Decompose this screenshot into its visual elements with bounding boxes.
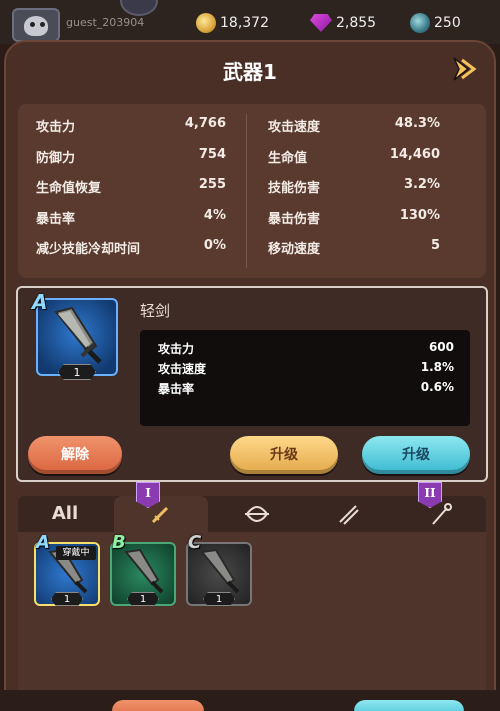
weapon-stat-label: 攻击力 bbox=[158, 342, 195, 356]
sword-icon bbox=[54, 306, 102, 364]
stat-label: 攻击力 bbox=[36, 120, 76, 135]
weapon-stat-value: 0.6% bbox=[420, 380, 454, 394]
slot-rank: B bbox=[112, 532, 126, 553]
stat-value: 4% bbox=[203, 207, 226, 223]
slot-rank: C bbox=[188, 532, 202, 553]
stat-label: 移动速度 bbox=[268, 242, 321, 257]
stat-value: 130% bbox=[399, 207, 440, 223]
gem-counter[interactable]: 2,855 bbox=[310, 12, 376, 34]
tab-bow[interactable] bbox=[210, 496, 304, 532]
slot-rank: A bbox=[36, 532, 50, 553]
coin-icon bbox=[196, 13, 216, 33]
stat-row: 暴击伤害 130% bbox=[268, 208, 440, 228]
sword-tab-icon bbox=[151, 506, 169, 524]
stat-value: 5 bbox=[430, 238, 440, 253]
stat-row: 攻击速度 48.3% bbox=[268, 116, 440, 136]
gem-icon bbox=[310, 14, 332, 32]
stat-row: 技能伤害 3.2% bbox=[268, 177, 440, 197]
weapon-category-tabs: All I II bbox=[18, 482, 486, 532]
orb-icon bbox=[410, 13, 430, 33]
weapon-stats: 攻击力 600 攻击速度 1.8% 暴击率 0.6% bbox=[140, 330, 470, 426]
slot-level: 1 bbox=[203, 592, 235, 606]
tab-sword[interactable] bbox=[114, 496, 208, 532]
unequip-button[interactable]: 解除 bbox=[28, 436, 122, 474]
coin-amount: 18,372 bbox=[220, 15, 269, 31]
bottom-bar bbox=[0, 690, 500, 711]
weapon-rank: A bbox=[32, 290, 48, 314]
slot-level: 1 bbox=[51, 592, 83, 606]
dual-blades-icon bbox=[339, 505, 359, 525]
stat-label: 暴击伤害 bbox=[268, 211, 321, 227]
upgrade-button[interactable]: 升级 bbox=[230, 436, 338, 474]
weapon-icon[interactable]: 1 bbox=[36, 298, 118, 380]
share-icon[interactable] bbox=[450, 54, 478, 84]
avatar-eye-icon bbox=[30, 22, 35, 27]
stats-divider bbox=[246, 114, 247, 268]
stat-value: 48.3% bbox=[394, 116, 440, 131]
stat-label: 防御力 bbox=[36, 150, 76, 166]
stat-row: 防御力 754 bbox=[36, 147, 226, 167]
stat-label: 暴击率 bbox=[36, 211, 76, 227]
page-title: 武器1 bbox=[223, 60, 277, 84]
avatar[interactable] bbox=[12, 8, 60, 42]
top-status-bar: guest_203904 18,372 2,855 250 bbox=[0, 0, 500, 44]
stat-row: 暴击率 4% bbox=[36, 208, 226, 228]
stat-row: 移动速度 5 bbox=[268, 238, 440, 258]
weapon-stat-value: 600 bbox=[428, 340, 454, 354]
weapon-inventory: 穿戴中 1 A 1 B 1 C bbox=[18, 532, 486, 711]
stat-value: 3.2% bbox=[403, 177, 440, 192]
weapon-stat-label: 攻击速度 bbox=[158, 362, 207, 376]
weapon-stat-row: 攻击力 600 bbox=[158, 340, 454, 358]
stat-label: 减少技能冷却时间 bbox=[36, 242, 141, 257]
weapon-panel: 武器1 攻击力 4,766 防御力 754 生命值恢复 255 暴击率 4% 减少技能冷却时间 0… bbox=[4, 40, 496, 711]
gem-amount: 2,855 bbox=[336, 15, 377, 31]
coin-counter[interactable]: 18,372 bbox=[196, 12, 269, 34]
stat-label: 生命值 bbox=[268, 150, 308, 166]
weapon-stat-row: 攻击速度 1.8% bbox=[158, 360, 454, 378]
orb-counter[interactable]: 250 bbox=[410, 12, 461, 34]
upgrade-alt-button[interactable]: 升级 bbox=[362, 436, 470, 474]
stat-value: 4,766 bbox=[184, 116, 226, 131]
stat-label: 攻击速度 bbox=[268, 120, 321, 135]
weapon-stat-row: 暴击率 0.6% bbox=[158, 380, 454, 398]
stat-label: 生命值恢复 bbox=[36, 181, 102, 196]
orb-amount: 250 bbox=[434, 15, 461, 31]
weapon-name: 轻剑 bbox=[140, 302, 171, 320]
avatar-eye-icon bbox=[40, 22, 45, 27]
stat-row: 生命值恢复 255 bbox=[36, 177, 226, 197]
stat-row: 减少技能冷却时间 0% bbox=[36, 238, 226, 258]
equipped-badge: 穿戴中 bbox=[56, 546, 96, 560]
bow-icon bbox=[245, 506, 269, 522]
stat-value: 0% bbox=[203, 238, 226, 253]
character-stats: 攻击力 4,766 防御力 754 生命值恢复 255 暴击率 4% 减少技能冷却时间 0% 攻击速… bbox=[18, 104, 486, 278]
slot-level: 1 bbox=[127, 592, 159, 606]
weapon-level: 1 bbox=[58, 364, 96, 380]
weapon-stat-label: 暴击率 bbox=[158, 382, 195, 396]
stat-value: 754 bbox=[198, 146, 226, 162]
tab-dual[interactable] bbox=[302, 496, 396, 532]
stat-row: 攻击力 4,766 bbox=[36, 116, 226, 136]
stat-value: 255 bbox=[198, 177, 226, 192]
bottom-left-button[interactable] bbox=[112, 700, 204, 711]
bottom-right-button[interactable] bbox=[354, 700, 464, 711]
tab-all[interactable]: All bbox=[18, 496, 112, 532]
stat-value: 14,460 bbox=[389, 146, 440, 162]
weapon-stat-value: 1.8% bbox=[420, 360, 454, 374]
weapon-detail-card: 1 A 轻剑 攻击力 600 攻击速度 1.8% 暴击率 0.6% 解除 升级 … bbox=[16, 286, 488, 482]
player-name: guest_203904 bbox=[66, 16, 145, 29]
pet-icon[interactable] bbox=[120, 0, 158, 16]
stat-label: 技能伤害 bbox=[268, 181, 321, 196]
stat-row: 生命值 14,460 bbox=[268, 147, 440, 167]
